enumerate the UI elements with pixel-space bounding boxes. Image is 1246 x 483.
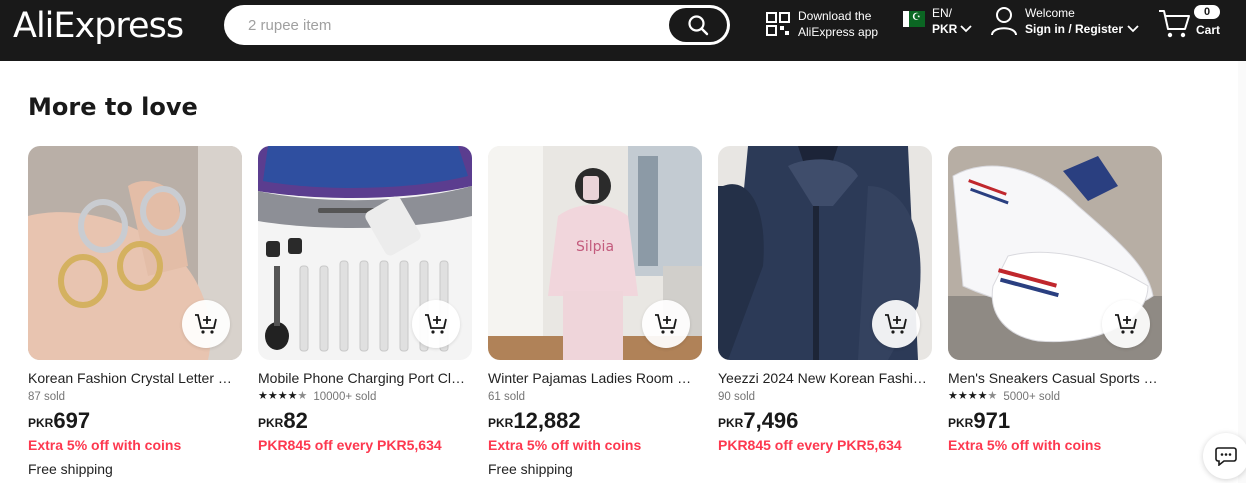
add-to-cart-icon <box>885 314 907 334</box>
search-input[interactable] <box>224 5 664 45</box>
search-bar <box>224 5 730 45</box>
add-to-cart-button[interactable] <box>182 300 230 348</box>
sold-count: 90 sold <box>718 390 756 403</box>
shipping-text: Free shipping <box>488 461 573 477</box>
product-title[interactable]: Yeezzi 2024 New Korean Fashion Jacket <box>718 370 928 387</box>
product-price: PKR 82 <box>258 407 472 433</box>
currency-label: PKR <box>932 22 958 36</box>
top-bar: AliExpress Download the AliExpress app ☪… <box>0 0 1246 61</box>
product-image[interactable] <box>258 146 472 360</box>
section-title: More to love <box>28 93 198 121</box>
product-title[interactable]: Mobile Phone Charging Port Cleaner <box>258 370 468 387</box>
product-title[interactable]: Winter Pajamas Ladies Room Wear <box>488 370 698 387</box>
product-image[interactable] <box>28 146 242 360</box>
price-currency: PKR <box>488 416 514 430</box>
language-currency-selector[interactable]: ☪ EN/ PKR <box>903 5 972 37</box>
product-card[interactable]: Yeezzi 2024 New Korean Fashion Jacket 90… <box>718 146 932 460</box>
product-title[interactable]: Men's Sneakers Casual Sports Shoes <box>948 370 1158 387</box>
chevron-down-icon <box>1127 25 1139 33</box>
price-currency: PKR <box>28 416 54 430</box>
product-price: PKR 12,882 <box>488 407 702 433</box>
sold-count: 61 sold <box>488 390 526 403</box>
product-title[interactable]: Korean Fashion Crystal Letter Earrings <box>28 370 238 387</box>
chevron-down-icon <box>960 25 972 33</box>
product-card[interactable]: Mobile Phone Charging Port Cleaner ★ ★ ★ ★ ★… <box>258 146 472 460</box>
rating-stars: ★ ★ ★ ★ ★ <box>258 390 308 402</box>
welcome-label: Welcome <box>1025 6 1075 20</box>
price-amount: 12,882 <box>513 408 581 433</box>
price-amount: 971 <box>973 408 1011 433</box>
shopping-cart-icon <box>1159 10 1190 38</box>
product-card[interactable]: Silpia Winter Pajamas Ladies Room Wear 6… <box>488 146 702 478</box>
signin-register-link[interactable]: Sign in / Register <box>1025 21 1123 37</box>
product-meta: 87 sold <box>28 389 242 404</box>
cart-button[interactable]: 0 Cart <box>1158 5 1228 45</box>
promo-text: Extra 5% off with coins <box>28 437 182 453</box>
price-amount: 7,496 <box>743 408 799 433</box>
product-image[interactable] <box>948 146 1162 360</box>
sold-count: 10000+ sold <box>313 390 377 403</box>
price-currency: PKR <box>948 416 974 430</box>
price-amount: 82 <box>283 408 308 433</box>
add-to-cart-button[interactable] <box>872 300 920 348</box>
product-meta: ★ ★ ★ ★ ★ 5000+ sold <box>948 389 1162 404</box>
product-meta: ★ ★ ★ ★ ★ 10000+ sold <box>258 389 472 404</box>
promo-text: Extra 5% off with coins <box>948 437 1102 453</box>
add-to-cart-button[interactable] <box>1102 300 1150 348</box>
promo-text: Extra 5% off with coins <box>488 437 642 453</box>
add-to-cart-icon <box>195 314 217 334</box>
product-card[interactable]: Korean Fashion Crystal Letter Earrings 8… <box>28 146 242 478</box>
download-app-link[interactable]: Download the AliExpress app <box>765 8 878 40</box>
sold-count: 87 sold <box>28 390 66 403</box>
chat-bubble-icon <box>1215 447 1237 466</box>
app-line-1: Download the <box>798 9 872 23</box>
product-price: PKR 697 <box>28 407 242 433</box>
product-card[interactable]: Men's Sneakers Casual Sports Shoes ★★★★★… <box>948 146 1162 460</box>
account-menu[interactable]: Welcome Sign in / Register <box>990 5 1139 37</box>
product-price: PKR 971 <box>948 407 1162 433</box>
add-to-cart-icon <box>425 314 447 334</box>
price-currency: PKR <box>258 416 284 430</box>
add-to-cart-icon <box>1115 314 1137 334</box>
product-meta: 90 sold <box>718 389 932 404</box>
scrollbar-track[interactable] <box>1238 61 1246 483</box>
chat-support-button[interactable] <box>1203 433 1246 479</box>
sold-count: 5000+ sold <box>1003 390 1060 403</box>
promo-text: PKR845 off every PKR5,634 <box>718 437 902 453</box>
user-icon <box>991 7 1017 36</box>
svg-text:Silpia: Silpia <box>576 239 614 255</box>
shipping-text: Free shipping <box>28 461 113 477</box>
add-to-cart-button[interactable] <box>412 300 460 348</box>
app-line-2: AliExpress app <box>798 25 879 39</box>
search-button[interactable] <box>669 8 727 42</box>
qr-code-icon <box>766 12 790 36</box>
aliexpress-logo[interactable]: AliExpress <box>13 6 184 46</box>
promo-text: PKR845 off every PKR5,634 <box>258 437 442 453</box>
cart-label: Cart <box>1196 23 1221 37</box>
price-currency: PKR <box>718 416 744 430</box>
price-amount: 697 <box>53 408 91 433</box>
pakistan-flag-icon: ☪ <box>903 11 925 27</box>
add-to-cart-icon <box>655 314 677 334</box>
product-image[interactable]: Silpia <box>488 146 702 360</box>
language-label: EN/ <box>932 6 953 20</box>
cart-count-badge: 0 <box>1194 5 1220 19</box>
add-to-cart-button[interactable] <box>642 300 690 348</box>
rating-stars: ★ ★ ★ ★ ★ <box>948 390 998 402</box>
product-price: PKR 7,496 <box>718 407 932 433</box>
search-icon <box>688 15 709 36</box>
product-meta: 61 sold <box>488 389 702 404</box>
product-image[interactable] <box>718 146 932 360</box>
